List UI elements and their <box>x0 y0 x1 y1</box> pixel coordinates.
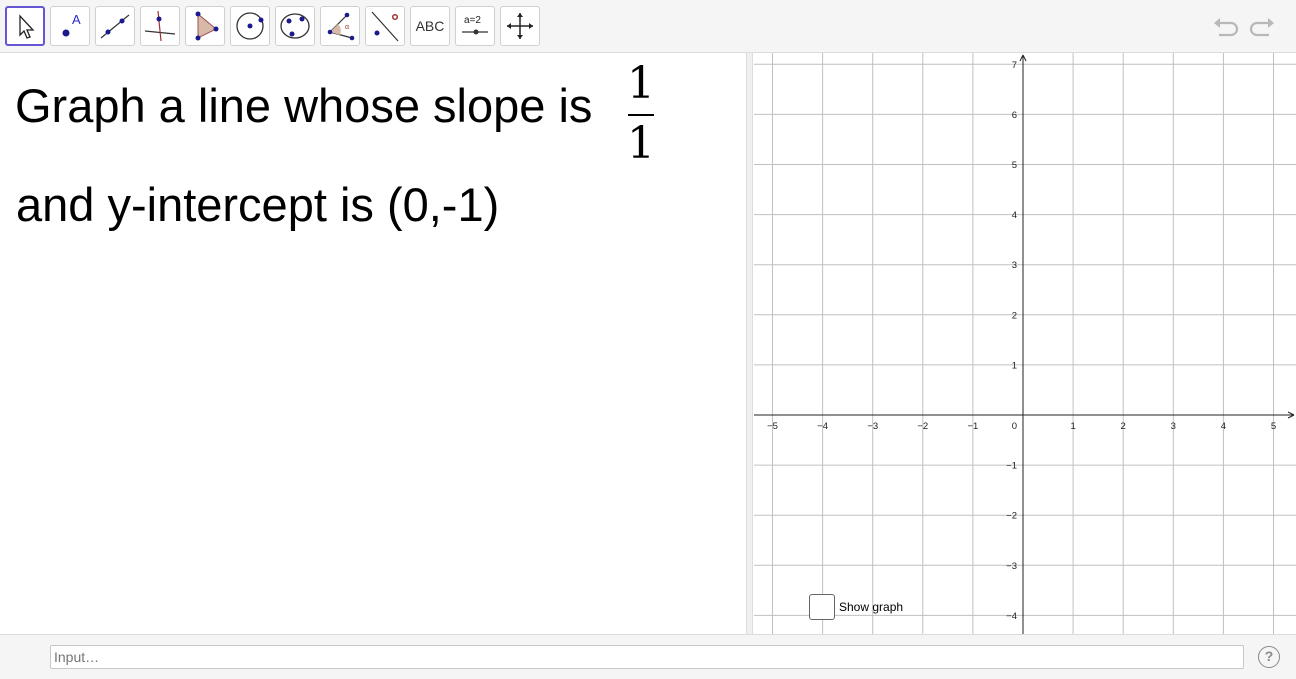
point-tool-label: A <box>72 12 81 27</box>
y-tick-label: −1 <box>1006 461 1017 472</box>
input-field[interactable] <box>50 645 1244 669</box>
reflect-tool-button[interactable] <box>365 6 405 46</box>
x-tick-label: 4 <box>1221 421 1226 432</box>
move-tool-icon <box>19 14 35 39</box>
angle-tool-icon: α <box>327 12 355 41</box>
circle-tool-button[interactable] <box>230 6 270 46</box>
y-tick-label: 6 <box>1012 110 1017 121</box>
move-graphics-tool-icon <box>507 13 533 39</box>
help-icon[interactable]: ? <box>1258 646 1280 668</box>
line-tool-button[interactable] <box>95 6 135 46</box>
point-tool-button[interactable]: A <box>50 6 90 46</box>
redo-button[interactable] <box>1247 11 1279 43</box>
polygon-tool-icon <box>195 11 219 41</box>
undo-icon <box>1214 18 1239 37</box>
move-tool-button[interactable] <box>5 6 45 46</box>
prompt-text-line1: Graph a line whose slope is <box>15 79 593 132</box>
y-tick-label: 2 <box>1012 310 1017 321</box>
reflect-tool-icon <box>371 11 399 42</box>
angle-tool-button[interactable]: α <box>320 6 360 46</box>
conic-tool-icon <box>280 13 310 39</box>
undo-button[interactable] <box>1209 11 1241 43</box>
show-graph-checkbox[interactable]: Show graph <box>809 594 903 620</box>
fraction-bar <box>628 114 654 116</box>
y-tick-label: 4 <box>1012 210 1017 221</box>
y-tick-label: −3 <box>1006 561 1017 572</box>
conic-tool-button[interactable] <box>275 6 315 46</box>
y-tick-label: −4 <box>1006 611 1017 622</box>
slider-tool-label: a=2 <box>464 15 481 26</box>
x-tick-label: −1 <box>967 421 978 432</box>
prompt-text-line2: and y-intercept is (0,-1) <box>16 178 500 231</box>
coordinate-grid[interactable]: −5 −4 −3 −2 −1 1 2 3 4 5 −4 −3 −2 −1 1 2 3 4 5 6 7 0 <box>754 53 1296 634</box>
checkbox-box[interactable] <box>809 594 835 620</box>
x-tick-label: −2 <box>917 421 928 432</box>
polygon-tool-button[interactable] <box>185 6 225 46</box>
y-tick-label: 5 <box>1012 160 1017 171</box>
text-tool-button[interactable]: ABC <box>410 6 450 46</box>
circle-tool-icon <box>236 12 264 40</box>
redo-icon <box>1249 18 1274 37</box>
y-tick-label: −2 <box>1006 511 1017 522</box>
perpendicular-line-tool-icon <box>144 10 176 42</box>
y-tick-label: 3 <box>1012 260 1017 271</box>
x-tick-label: 3 <box>1171 421 1176 432</box>
x-tick-label: 5 <box>1271 421 1276 432</box>
x-tick-label: −4 <box>817 421 828 432</box>
slider-tool-button[interactable]: a=2 <box>455 6 495 46</box>
checkbox-label: Show graph <box>839 600 904 614</box>
y-tick-label: 1 <box>1012 360 1017 371</box>
point-tool-icon: A <box>62 12 81 37</box>
text-tool-icon: ABC <box>415 18 445 34</box>
input-bar: ? <box>0 634 1296 679</box>
toolbar: A α ABC a=2 <box>0 0 1296 53</box>
x-tick-label: −5 <box>767 421 778 432</box>
origin-label: 0 <box>1012 421 1017 432</box>
slider-tool-icon: a=2 <box>462 15 488 35</box>
pane-divider[interactable] <box>746 53 753 634</box>
slope-fraction: 1 1 <box>626 60 656 170</box>
move-graphics-tool-button[interactable] <box>500 6 540 46</box>
line-tool-icon <box>100 14 130 39</box>
svg-text:α: α <box>345 24 349 31</box>
x-tick-label: 1 <box>1070 421 1075 432</box>
perpendicular-line-tool-button[interactable] <box>140 6 180 46</box>
fraction-denominator: 1 <box>627 118 655 169</box>
x-tick-label: 2 <box>1121 421 1126 432</box>
y-tick-label: 7 <box>1012 60 1017 71</box>
graphics-view[interactable]: −5 −4 −3 −2 −1 1 2 3 4 5 −4 −3 −2 −1 1 2 3 4 5 6 7 0 <box>754 53 1296 634</box>
fraction-numerator: 1 <box>627 58 655 109</box>
x-tick-label: −3 <box>867 421 878 432</box>
